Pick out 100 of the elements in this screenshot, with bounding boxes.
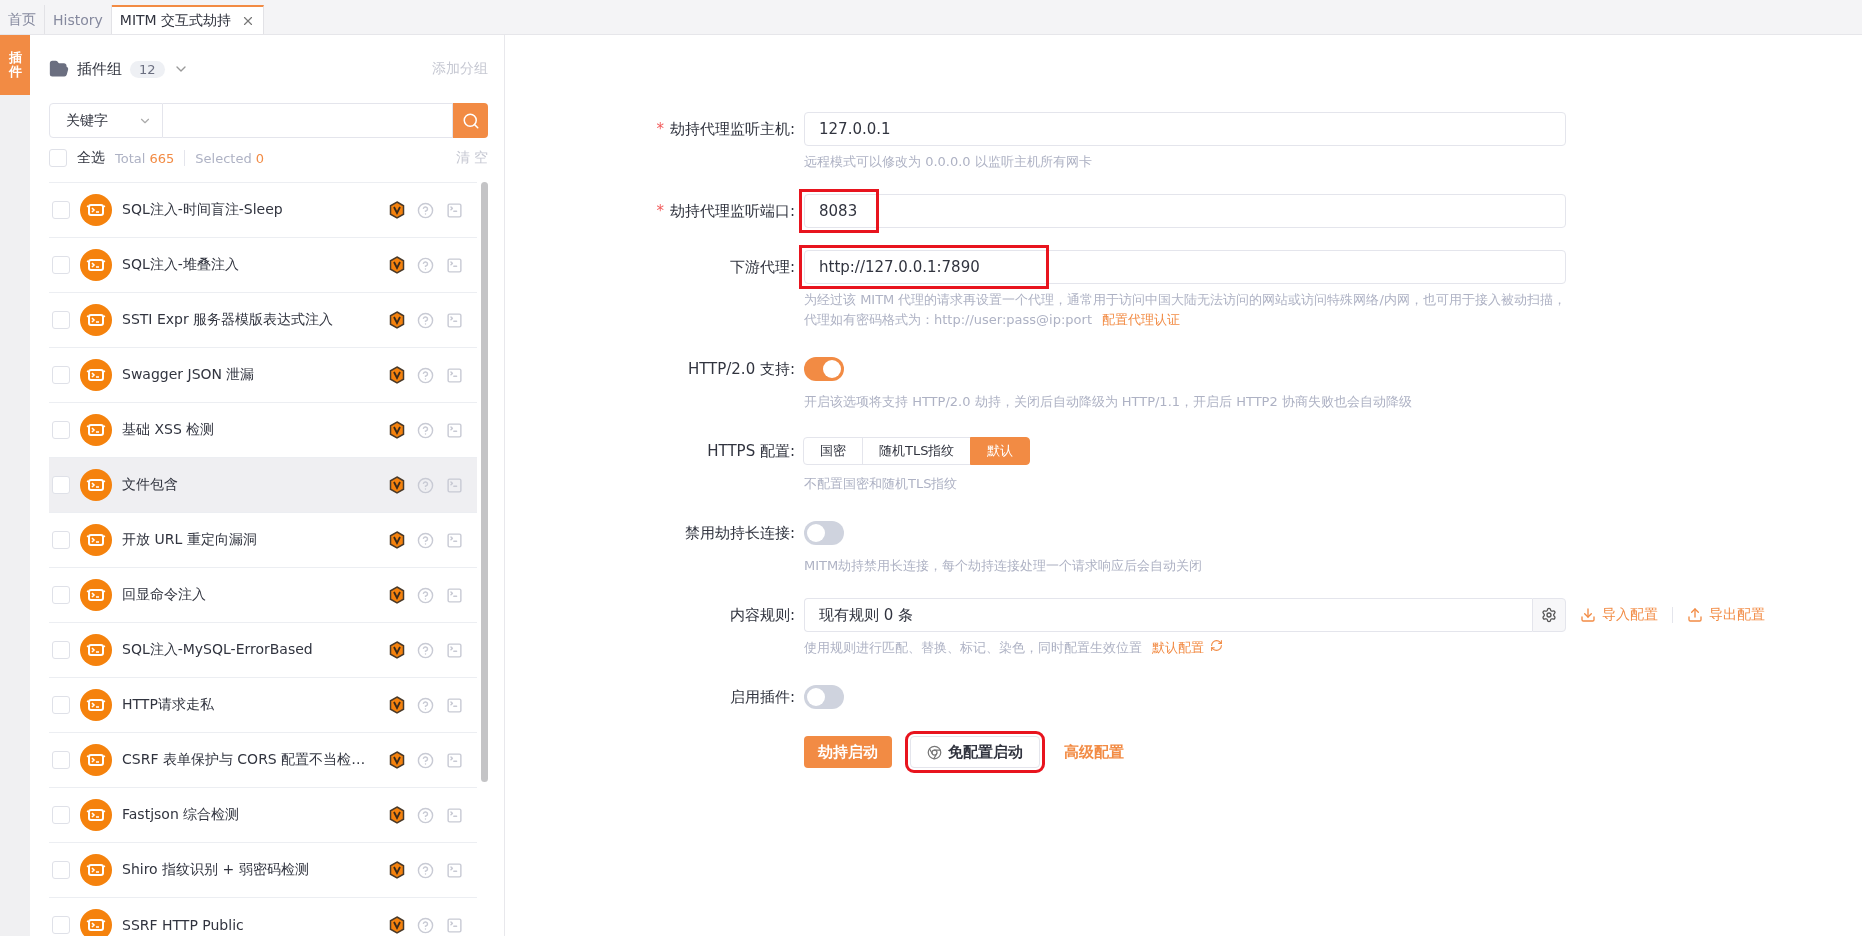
field-hint: 远程模式可以修改为 0.0.0.0 以监听主机所有网卡	[804, 153, 1093, 171]
field-label: 内容规则:	[729, 605, 795, 625]
settings-button[interactable]	[1532, 598, 1566, 632]
plugin-name: SQL注入-MySQL-ErrorBased	[122, 641, 314, 659]
checkbox[interactable]	[52, 586, 70, 604]
terminal-icon[interactable]	[446, 311, 464, 329]
help-icon[interactable]	[417, 201, 435, 219]
help-icon[interactable]	[417, 421, 435, 439]
refresh-icon[interactable]	[1210, 639, 1223, 652]
plugin-icon	[80, 304, 112, 336]
field-label: HTTP/2.0 支持:	[687, 359, 795, 379]
help-icon[interactable]	[417, 256, 435, 274]
search-button[interactable]	[453, 103, 488, 138]
select-all-label: 全选	[77, 149, 105, 167]
checkbox[interactable]	[52, 421, 70, 439]
plugin-icon	[80, 524, 112, 556]
help-icon[interactable]	[417, 696, 435, 714]
tab[interactable]: MITM 交互式劫持	[111, 5, 265, 34]
terminal-icon[interactable]	[446, 476, 464, 494]
terminal-icon[interactable]	[446, 806, 464, 824]
folder-icon	[49, 59, 69, 79]
toggle-switch[interactable]	[804, 357, 844, 381]
checkbox[interactable]	[52, 256, 70, 274]
help-icon[interactable]	[417, 311, 435, 329]
checkbox[interactable]	[52, 806, 70, 824]
shield-icon	[389, 641, 406, 659]
plugin-icon	[80, 414, 112, 446]
search-field[interactable]	[163, 103, 453, 138]
terminal-icon[interactable]	[446, 201, 464, 219]
terminal-icon[interactable]	[446, 421, 464, 439]
plugin-icon	[80, 194, 112, 226]
plugin-icon	[80, 744, 112, 776]
help-icon[interactable]	[417, 366, 435, 384]
shield-icon	[389, 421, 406, 439]
toggle-switch[interactable]	[804, 521, 844, 545]
help-icon[interactable]	[417, 806, 435, 824]
terminal-icon[interactable]	[446, 696, 464, 714]
group-count: 12	[130, 60, 165, 78]
checkbox[interactable]	[52, 751, 70, 769]
checkbox[interactable]	[52, 861, 70, 879]
shield-icon	[389, 531, 406, 549]
terminal-icon[interactable]	[446, 531, 464, 549]
terminal-icon[interactable]	[446, 366, 464, 384]
terminal-icon[interactable]	[446, 256, 464, 274]
plugin-name: SQL注入-堆叠注入	[122, 256, 240, 274]
plugin-name: HTTP请求走私	[122, 696, 215, 714]
help-icon[interactable]	[417, 476, 435, 494]
checkbox[interactable]	[52, 696, 70, 714]
toggle-switch[interactable]	[804, 685, 844, 709]
plugin-icon	[80, 799, 112, 831]
checkbox[interactable]	[52, 201, 70, 219]
input-field[interactable]: 127.0.0.1	[804, 112, 1566, 146]
scrollbar[interactable]	[481, 182, 488, 782]
checkbox[interactable]	[52, 916, 70, 934]
input-field[interactable]: http://127.0.0.1:7890	[804, 250, 1566, 284]
help-icon[interactable]	[417, 916, 435, 934]
upload-icon	[1687, 607, 1703, 623]
shield-icon	[389, 861, 406, 879]
search-icon	[461, 111, 480, 130]
plugin-icon	[80, 689, 112, 721]
terminal-icon[interactable]	[446, 916, 464, 934]
field-label: HTTPS 配置:	[707, 441, 795, 461]
segment-option[interactable]: 国密	[803, 437, 863, 465]
help-icon[interactable]	[417, 586, 435, 604]
plugin-icon	[80, 359, 112, 391]
plugin-icon	[80, 579, 112, 611]
checkbox[interactable]	[52, 531, 70, 549]
tab-label: History	[53, 11, 103, 28]
filter-select[interactable]: 关键字	[49, 103, 163, 138]
field-label: 下游代理:	[729, 257, 795, 277]
plugin-name: Swagger JSON 泄漏	[122, 366, 256, 384]
help-icon[interactable]	[417, 641, 435, 659]
rules-field[interactable]: 现有规则 0 条	[804, 598, 1532, 632]
checkbox[interactable]	[52, 476, 70, 494]
checkbox[interactable]	[52, 311, 70, 329]
segment-option[interactable]: 随机TLS指纹	[862, 437, 972, 465]
plugin-name: 文件包含	[122, 476, 179, 494]
input-field[interactable]: 8083	[804, 194, 1566, 228]
required-mark: *	[656, 120, 664, 138]
terminal-icon[interactable]	[446, 641, 464, 659]
field-hint: 不配置国密和随机TLS指纹	[804, 475, 959, 493]
help-icon[interactable]	[417, 531, 435, 549]
terminal-icon[interactable]	[446, 586, 464, 604]
terminal-icon[interactable]	[446, 751, 464, 769]
field-label: 劫持代理监听端口:	[669, 201, 795, 221]
plugin-name: 开放 URL 重定向漏洞	[122, 531, 258, 549]
group-label: 插件组	[77, 59, 122, 79]
checkbox[interactable]	[52, 641, 70, 659]
help-icon[interactable]	[417, 751, 435, 769]
shield-icon	[389, 311, 406, 329]
browser-icon	[927, 744, 942, 760]
shield-icon	[389, 476, 406, 494]
plugin-row[interactable]: 文件包含	[49, 458, 478, 513]
help-icon[interactable]	[417, 861, 435, 879]
terminal-icon[interactable]	[446, 861, 464, 879]
tab-label: 首页	[8, 10, 36, 29]
plugin-name: Fastjson 综合检测	[122, 806, 241, 824]
checkbox[interactable]	[49, 149, 67, 167]
plugin-icon	[80, 634, 112, 666]
checkbox[interactable]	[52, 366, 70, 384]
